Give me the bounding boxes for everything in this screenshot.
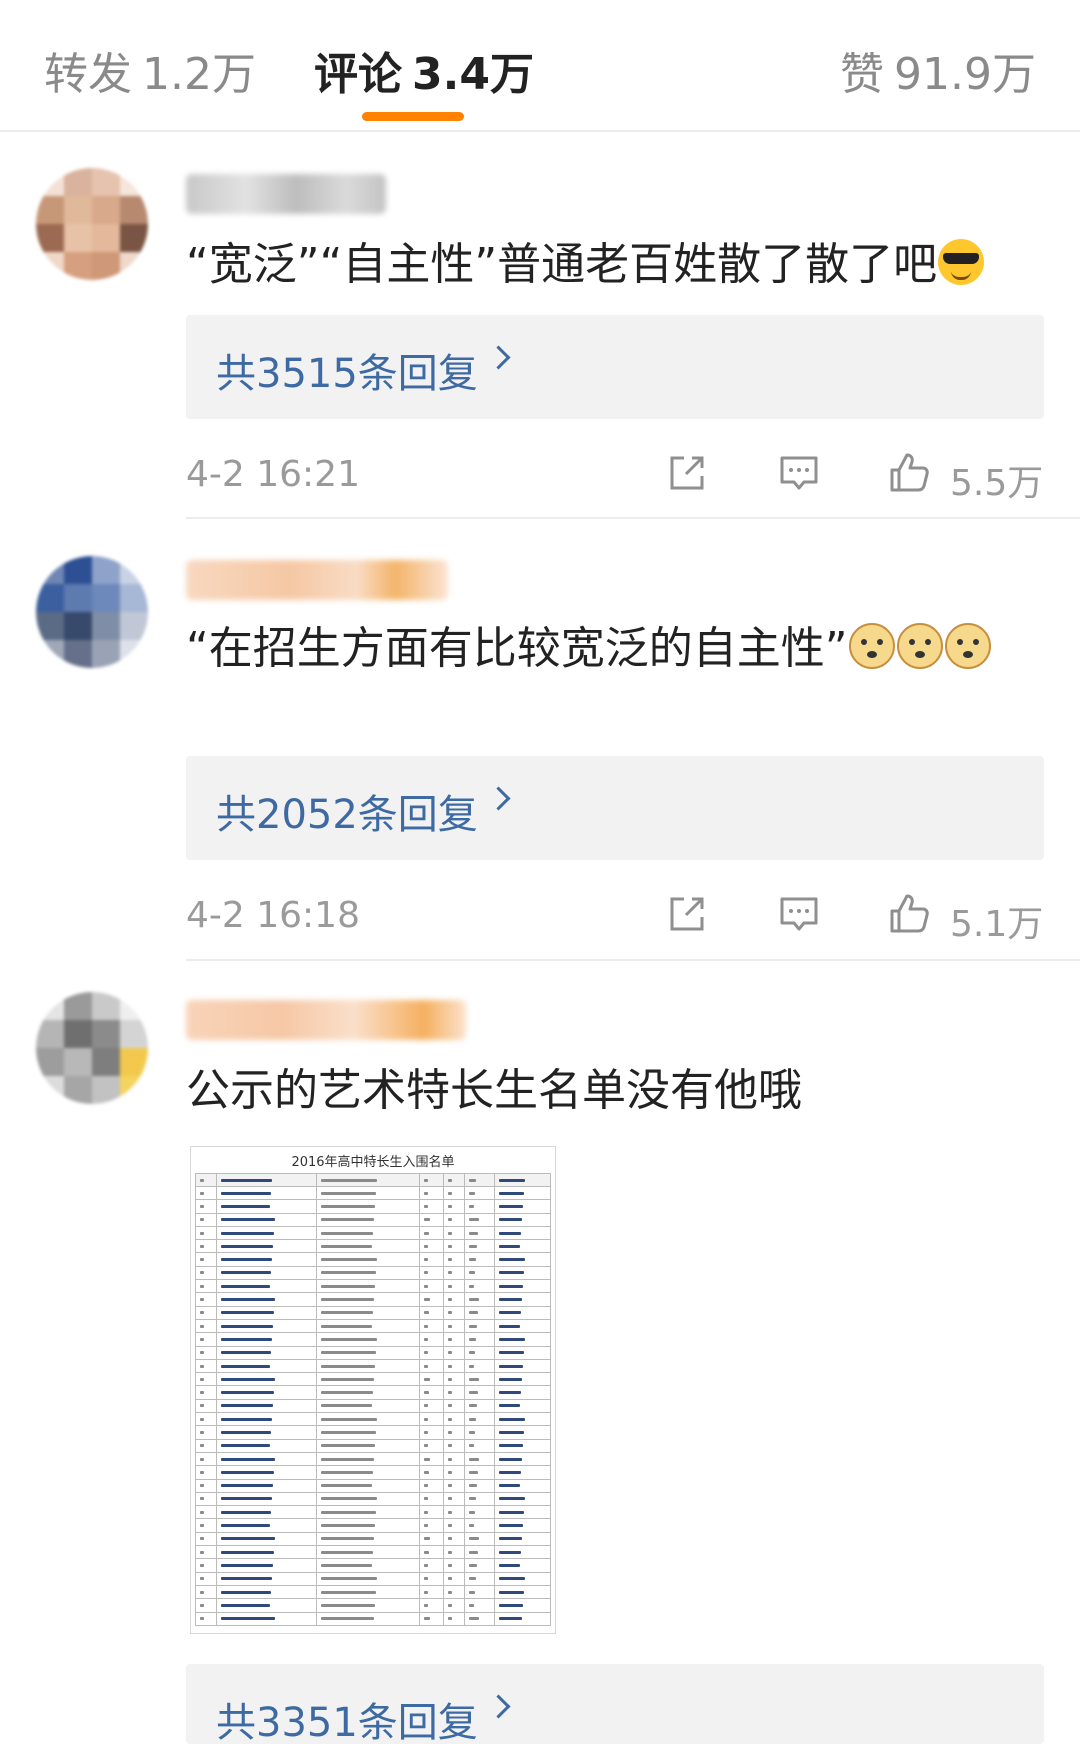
- replies-count-label: 共3515条回复: [216, 351, 478, 397]
- active-tab-indicator: [362, 112, 464, 121]
- like-count: 5.5万: [950, 463, 1044, 504]
- cool-face-emoji-icon: [938, 239, 985, 285]
- image-table-row: [195, 1611, 551, 1626]
- image-table-row: [195, 1279, 551, 1294]
- avatar[interactable]: [36, 168, 148, 280]
- tab-like[interactable]: 赞 91.9万: [840, 38, 1036, 102]
- image-table-row: [195, 1451, 551, 1467]
- thumbs-up-icon[interactable]: [886, 891, 932, 937]
- comment-text: 公示的艺术特长生名单没有他哦: [186, 1062, 1046, 1120]
- chevron-right-icon: [486, 1694, 511, 1719]
- image-table-row: [195, 1518, 551, 1533]
- tab-repost[interactable]: 转发 1.2万: [44, 38, 256, 102]
- image-table-row: [195, 1345, 551, 1360]
- username-blurred[interactable]: [186, 1000, 466, 1040]
- comment-text-content: “宽泛”“自主性”普通老百姓散了散了吧: [186, 239, 938, 290]
- attached-document-image[interactable]: 2016年高中特长生入围名单: [190, 1146, 556, 1634]
- avatar[interactable]: [36, 556, 148, 668]
- image-table-row: [195, 1225, 551, 1241]
- image-table-row: [195, 1425, 551, 1440]
- image-table-row: [195, 1265, 551, 1281]
- comment-icon[interactable]: [776, 450, 822, 496]
- image-table-row: [195, 1584, 551, 1600]
- image-table-row: [195, 1358, 551, 1374]
- image-table-row: [195, 1545, 551, 1560]
- image-table-row: [195, 1318, 551, 1334]
- image-caption: 2016年高中特长生入围名单: [291, 1155, 455, 1170]
- comment-time: 4-2 16:18: [186, 895, 360, 936]
- view-replies-button[interactable]: 共3351条回复: [186, 1664, 1044, 1746]
- image-table-row: [195, 1491, 551, 1507]
- image-table-row: [195, 1252, 551, 1267]
- image-table-row: [195, 1292, 551, 1307]
- doge-emoji-icon: [896, 623, 943, 669]
- view-replies-button[interactable]: 共2052条回复: [186, 756, 1044, 860]
- comment-meta: 4-2 16:18 5.1万: [186, 891, 1044, 945]
- comment-text-content: 公示的艺术特长生名单没有他哦: [186, 1065, 802, 1116]
- image-table: [195, 1173, 551, 1626]
- avatar[interactable]: [36, 992, 148, 1104]
- tab-comment[interactable]: 评论 3.4万: [314, 38, 534, 102]
- doge-emoji-icon: [848, 623, 895, 669]
- tab-comment-count: 3.4万: [412, 49, 534, 100]
- share-icon[interactable]: [664, 450, 710, 496]
- replies-count-label: 共3351条回复: [216, 1700, 478, 1746]
- image-table-row: [195, 1571, 551, 1586]
- comment-time: 4-2 16:21: [186, 454, 360, 495]
- divider: [186, 959, 1080, 961]
- username-blurred[interactable]: [186, 174, 386, 214]
- image-table-row: [195, 1438, 551, 1453]
- image-table-row: [195, 1305, 551, 1320]
- tab-like-count: 91.9万: [894, 49, 1036, 100]
- like-count: 5.1万: [950, 904, 1044, 945]
- image-table-row: [195, 1412, 551, 1427]
- image-table-row: [195, 1478, 551, 1493]
- image-table-row: [195, 1385, 551, 1400]
- tab-comment-label: 评论: [314, 49, 402, 100]
- thumbs-up-icon[interactable]: [886, 450, 932, 496]
- comment-text-content: “在招生方面有比较宽泛的自主性”: [186, 623, 848, 674]
- chevron-right-icon: [486, 786, 511, 811]
- chevron-right-icon: [486, 345, 511, 370]
- divider: [186, 517, 1080, 519]
- image-table-row: [195, 1505, 551, 1520]
- image-table-row: [195, 1598, 551, 1613]
- image-table-row: [195, 1398, 551, 1414]
- comment-text: “在招生方面有比较宽泛的自主性”: [186, 620, 1046, 678]
- tab-repost-count: 1.2万: [142, 49, 256, 100]
- image-table-row: [195, 1465, 551, 1480]
- image-table-row: [195, 1212, 551, 1227]
- image-table-row: [195, 1239, 551, 1254]
- image-table-row: [195, 1372, 551, 1387]
- image-table-row: [195, 1185, 551, 1201]
- image-table-row: [195, 1173, 551, 1187]
- tab-like-label: 赞: [840, 49, 885, 100]
- username-blurred[interactable]: [186, 560, 448, 600]
- comment-icon[interactable]: [776, 891, 822, 937]
- image-table-row: [195, 1531, 551, 1547]
- tab-repost-label: 转发: [44, 49, 132, 100]
- view-replies-button[interactable]: 共3515条回复: [186, 315, 1044, 419]
- share-icon[interactable]: [664, 891, 710, 937]
- image-table-row: [195, 1332, 551, 1347]
- image-table-row: [195, 1558, 551, 1573]
- doge-emoji-icon: [944, 623, 991, 669]
- image-table-row: [195, 1199, 551, 1214]
- comment-text: “宽泛”“自主性”普通老百姓散了散了吧: [186, 236, 1046, 294]
- replies-count-label: 共2052条回复: [216, 792, 478, 838]
- comment-tabs: 转发 1.2万 评论 3.4万 赞 91.9万: [0, 0, 1080, 132]
- comment-meta: 4-2 16:21 5.5万: [186, 450, 1044, 504]
